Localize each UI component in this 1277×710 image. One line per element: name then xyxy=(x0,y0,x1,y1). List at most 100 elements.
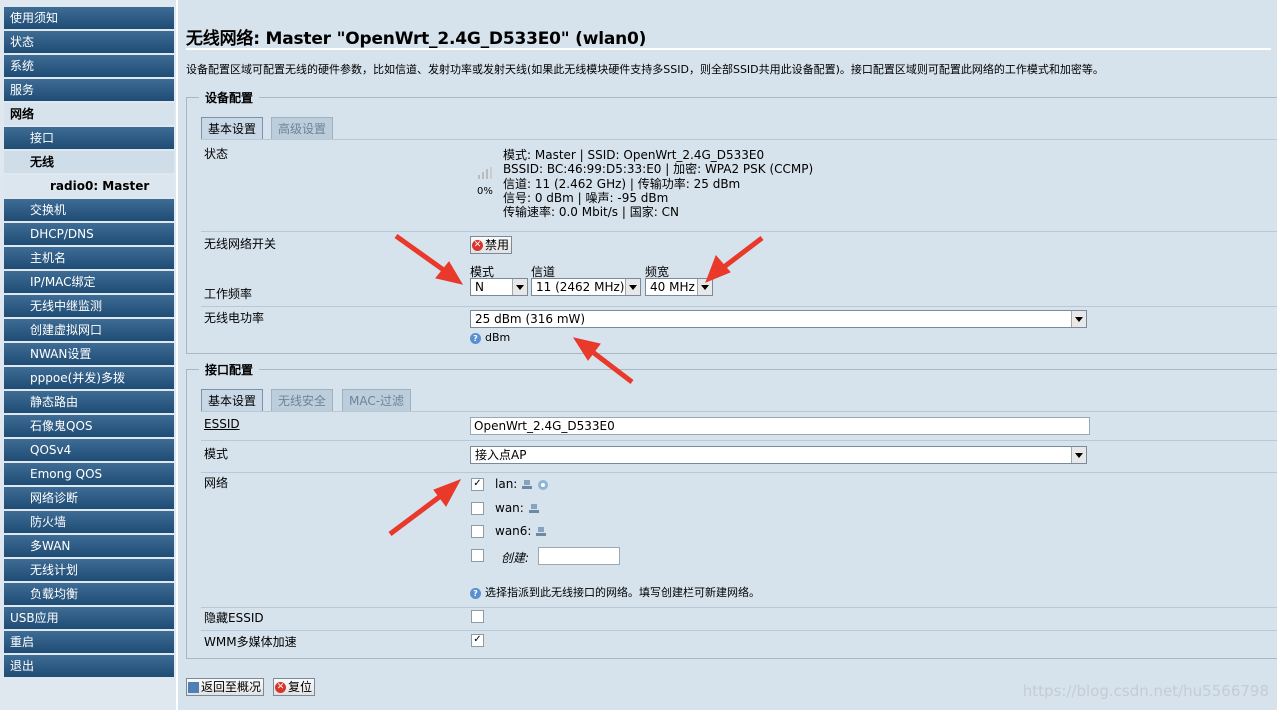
sidebar-item-network[interactable]: 网络 xyxy=(4,103,174,125)
width-select-value: 40 MHz xyxy=(650,280,695,294)
sidebar-item-load-balance[interactable]: 负载均衡 xyxy=(4,583,174,605)
power-label: 无线电功率 xyxy=(204,311,265,325)
sidebar-item-radio0[interactable]: radio0: Master xyxy=(4,175,174,197)
chevron-down-icon xyxy=(1071,447,1086,463)
sidebar-item-firewall[interactable]: 防火墙 xyxy=(4,511,174,533)
tab-iface-security[interactable]: 无线安全 xyxy=(271,389,334,411)
sidebar-item-pppoe[interactable]: pppoe(并发)多拨 xyxy=(4,367,174,389)
hidden-essid-label: 隐藏ESSID xyxy=(204,611,264,625)
sidebar-item-switch[interactable]: 交换机 xyxy=(4,199,174,221)
iface-mode-value: 接入点AP xyxy=(475,448,527,462)
disable-icon: ✕ xyxy=(472,240,483,251)
network-lan: lan: xyxy=(495,477,549,491)
sidebar-item-emong-qos[interactable]: Emong QOS xyxy=(4,463,174,485)
signal-percent: 0% xyxy=(477,186,493,197)
sidebar-item-logout[interactable]: 退出 xyxy=(4,655,174,677)
network-wan-checkbox[interactable] xyxy=(471,502,484,515)
interface-config-section: 接口配置 基本设置 无线安全 MAC-过滤 ESSID OpenWrt_2.4G… xyxy=(186,361,1277,659)
status-line-signal: 信号: 0 dBm | 噪声: -95 dBm xyxy=(503,190,669,205)
wifi-switch-label: 无线网络开关 xyxy=(204,237,277,251)
sidebar-item-nwan[interactable]: NWAN设置 xyxy=(4,343,174,365)
tab-device-basic[interactable]: 基本设置 xyxy=(201,117,264,139)
sidebar-item-dhcp[interactable]: DHCP/DNS xyxy=(4,223,174,245)
status-line-channel: 信道: 11 (2.462 GHz) | 传输功率: 25 dBm xyxy=(503,176,741,191)
divider xyxy=(201,411,1277,412)
iface-mode-label: 模式 xyxy=(204,447,229,461)
network-lan-label: lan: xyxy=(495,477,518,491)
sidebar-item-qosv4[interactable]: QOSv4 xyxy=(4,439,174,461)
back-icon xyxy=(188,682,199,693)
help-icon: ? xyxy=(470,587,481,599)
network-lan-checkbox[interactable]: ✓ xyxy=(471,478,484,491)
frequency-label: 工作频率 xyxy=(204,287,253,301)
divider xyxy=(201,607,1277,608)
chevron-down-icon xyxy=(512,279,527,295)
network-wan: wan: xyxy=(495,501,540,515)
ethernet-icon xyxy=(535,526,547,538)
sidebar-item-status[interactable]: 状态 xyxy=(4,31,174,53)
sidebar-item-virtual-port[interactable]: 创建虚拟网口 xyxy=(4,319,174,341)
chevron-down-icon xyxy=(625,279,640,295)
sidebar-item-usb[interactable]: USB应用 xyxy=(4,607,174,629)
sidebar-item-services[interactable]: 服务 xyxy=(4,79,174,101)
interface-config-legend: 接口配置 xyxy=(199,361,260,378)
status-line-rate: 传输速率: 0.0 Mbit/s | 国家: CN xyxy=(503,205,679,220)
status-info: 模式: Master | SSID: OpenWrt_2.4G_D533E0 B… xyxy=(503,148,813,219)
divider xyxy=(201,440,1277,441)
reset-button[interactable]: ✕ 复位 xyxy=(273,678,316,696)
network-label: 网络 xyxy=(204,476,229,490)
sidebar-item-diagnostics[interactable]: 网络诊断 xyxy=(4,487,174,509)
sidebar-item-multiwan[interactable]: 多WAN xyxy=(4,535,174,557)
mode-select[interactable]: N xyxy=(470,278,528,296)
back-to-overview-button[interactable]: 返回至概况 xyxy=(186,678,265,696)
power-select[interactable]: 25 dBm (316 mW) xyxy=(470,310,1087,328)
watermark: https://blog.csdn.net/hu5566798 xyxy=(1022,682,1269,700)
main-content: 无线网络: Master "OpenWrt_2.4G_D533E0" (wlan… xyxy=(178,0,1277,710)
network-wan6-label: wan6: xyxy=(495,524,532,538)
sidebar-item-relay-monitor[interactable]: 无线中继监测 xyxy=(4,295,174,317)
network-create-checkbox[interactable] xyxy=(471,549,484,562)
ethernet-icon xyxy=(521,479,533,491)
network-wan6-checkbox[interactable] xyxy=(471,525,484,538)
channel-select[interactable]: 11 (2462 MHz) xyxy=(531,278,641,296)
essid-input[interactable]: OpenWrt_2.4G_D533E0 xyxy=(470,417,1090,435)
divider xyxy=(201,630,1277,631)
divider xyxy=(201,472,1277,473)
channel-select-value: 11 (2462 MHz) xyxy=(536,280,625,294)
wmm-checkbox[interactable]: ✓ xyxy=(471,634,484,647)
divider xyxy=(201,231,1277,232)
mode-select-value: N xyxy=(475,280,484,294)
hidden-essid-checkbox[interactable] xyxy=(471,610,484,623)
sidebar-item-ipmac[interactable]: IP/MAC绑定 xyxy=(4,271,174,293)
page-title: 无线网络: Master "OpenWrt_2.4G_D533E0" (wlan… xyxy=(186,29,647,49)
divider xyxy=(201,306,1277,307)
sidebar-item-interfaces[interactable]: 接口 xyxy=(4,127,174,149)
sidebar-item-wifi-schedule[interactable]: 无线计划 xyxy=(4,559,174,581)
status-label: 状态 xyxy=(204,147,229,161)
ethernet-icon xyxy=(528,503,540,515)
wmm-label: WMM多媒体加速 xyxy=(204,635,297,649)
width-select[interactable]: 40 MHz xyxy=(645,278,713,296)
sidebar-item-static-route[interactable]: 静态路由 xyxy=(4,391,174,413)
sidebar-item-notice[interactable]: 使用须知 xyxy=(4,7,174,29)
signal-icon xyxy=(478,167,492,182)
iface-mode-select[interactable]: 接入点AP xyxy=(470,446,1087,464)
sidebar-item-hostname[interactable]: 主机名 xyxy=(4,247,174,269)
sidebar-item-wireless[interactable]: 无线 xyxy=(4,151,174,173)
status-line-bssid: BSSID: BC:46:99:D5:33:E0 | 加密: WPA2 PSK … xyxy=(503,162,814,177)
sidebar-item-reboot[interactable]: 重启 xyxy=(4,631,174,653)
reset-button-label: 复位 xyxy=(288,680,313,694)
sidebar-item-gargoyle-qos[interactable]: 石像鬼QOS xyxy=(4,415,174,437)
essid-label: ESSID xyxy=(204,417,240,431)
tab-iface-mac-filter[interactable]: MAC-过滤 xyxy=(342,389,412,411)
page-description: 设备配置区域可配置无线的硬件参数，比如信道、发射功率或发射天线(如果此无线模块硬… xyxy=(186,63,1104,76)
power-unit: dBm xyxy=(485,331,511,344)
tab-iface-basic[interactable]: 基本设置 xyxy=(201,389,264,411)
device-config-legend: 设备配置 xyxy=(199,89,260,106)
create-network-input[interactable] xyxy=(538,547,620,565)
sidebar-item-system[interactable]: 系统 xyxy=(4,55,174,77)
network-wan-label: wan: xyxy=(495,501,524,515)
tab-device-advanced[interactable]: 高级设置 xyxy=(271,117,334,139)
chevron-down-icon xyxy=(1071,311,1086,327)
disable-button[interactable]: ✕ 禁用 xyxy=(470,236,513,254)
